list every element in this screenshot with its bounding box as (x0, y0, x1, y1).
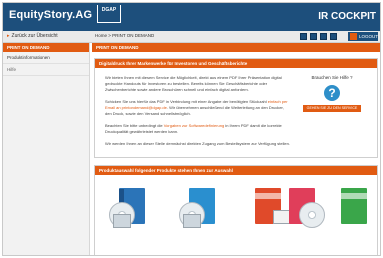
dgap-logo: DGAP (97, 5, 121, 23)
help-box: Brauchen Sie Hilfe ? ? GEHEN SIE ZU DEN … (297, 75, 367, 117)
logout-label: LOGOUT (359, 34, 379, 39)
disc-icon (299, 202, 325, 228)
logout-icon (350, 33, 357, 40)
book-label-icon (255, 193, 281, 199)
product-list (95, 178, 379, 255)
back-link-label: Zurück zur Übersicht (11, 33, 58, 39)
order-text-a: Schicken Sie uns hierfür das PDF in Verb… (105, 99, 268, 104)
sidebar-item-hilfe[interactable]: Hilfe (3, 64, 89, 76)
intro-text: Wir bieten Ihnen mit diesem Service die … (105, 75, 282, 92)
service-faq-button[interactable]: GEHEN SIE ZU DEN SERVICE FAQ (303, 105, 361, 117)
product-title: IR COCKPIT (318, 11, 376, 22)
product-item[interactable] (109, 188, 155, 250)
logout-button[interactable]: LOGOUT (348, 32, 378, 41)
back-link[interactable]: ▸ Zurück zur Übersicht (7, 33, 58, 39)
notice-text: Beachten Sie bitte unbedingt die Vorgabe… (105, 123, 291, 135)
equitystory-logo[interactable]: EquityStory.AG (9, 9, 92, 21)
sidebar-item-produktinformationen[interactable]: Produktinformationen (3, 52, 89, 64)
info-panel-heading: Digitaldruck Ihrer Markenwerke für Inves… (95, 59, 377, 68)
home-icon[interactable] (320, 33, 327, 40)
bookmark-icon[interactable] (310, 33, 317, 40)
page-title: PRINT ON DEMAND (92, 43, 380, 52)
specs-link[interactable]: Vorgaben zur Softwaredefinierung (164, 123, 224, 128)
top-header: EquityStory.AG DGAP IR COCKPIT (3, 3, 380, 31)
sidebar: PRINT ON DEMAND Produktinformationen Hil… (3, 43, 90, 255)
breadcrumb: Home > PRINT ON DEMAND (95, 33, 155, 38)
book-label-icon (341, 193, 367, 199)
products-panel-heading: Produktauswahl folgender Produkte stehen… (95, 166, 377, 175)
case-icon (183, 214, 201, 228)
print-icon[interactable] (300, 33, 307, 40)
product-item[interactable] (331, 188, 377, 250)
help-icon[interactable]: ? (324, 85, 340, 101)
main-content: PRINT ON DEMAND Digitaldruck Ihrer Marke… (92, 43, 380, 255)
notice-text-a: Beachten Sie bitte unbedingt die (105, 123, 164, 128)
products-panel: Produktauswahl folgender Produkte stehen… (94, 165, 379, 255)
app-window: EquityStory.AG DGAP IR COCKPIT ▸ Zurück z… (2, 2, 381, 256)
product-item[interactable] (179, 188, 225, 250)
product-item[interactable] (279, 188, 325, 250)
secondary-bar: ▸ Zurück zur Übersicht Home > PRINT ON DE… (3, 31, 380, 43)
coming-soon-text: Wir werden Ihnen an dieser Stelle demnäc… (105, 141, 290, 146)
order-text: Schicken Sie uns hierfür das PDF in Verb… (105, 99, 291, 117)
info-panel: Digitaldruck Ihrer Markenwerke für Inves… (94, 58, 378, 158)
case-icon (113, 214, 131, 228)
help-question: Brauchen Sie Hilfe ? (311, 75, 353, 80)
arrow-left-icon: ▸ (7, 33, 10, 39)
settings-icon[interactable] (330, 33, 337, 40)
sidebar-title[interactable]: PRINT ON DEMAND (3, 43, 89, 52)
